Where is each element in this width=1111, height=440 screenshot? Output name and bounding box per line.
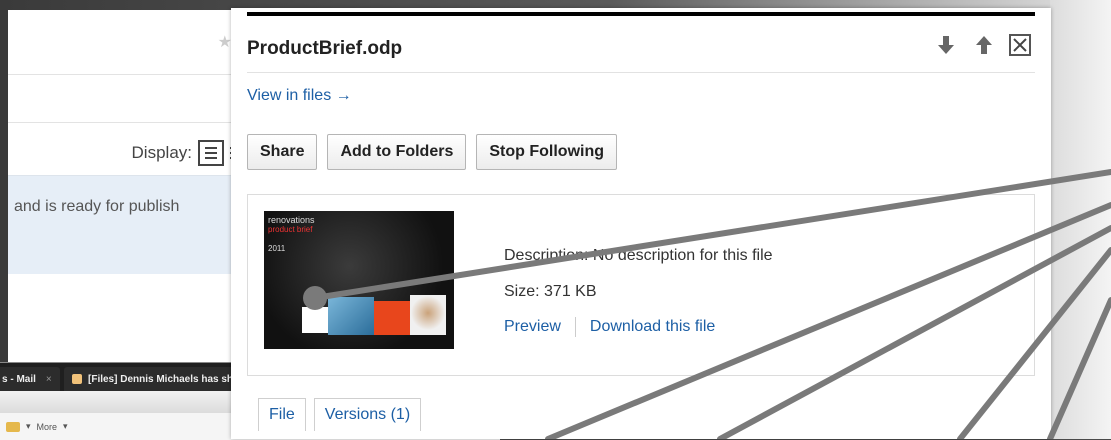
background-window: ★ Display: and is ready for publish [8,10,241,370]
download-link[interactable]: Download this file [590,318,715,336]
thumbnail-block [374,301,410,335]
link-separator [574,317,576,337]
display-label: Display: [131,143,192,162]
file-preview-panel: ProductBrief.odp View in files → Share A… [231,8,1051,439]
panel-header-bar [247,12,1035,16]
tab-file[interactable]: File [258,398,306,431]
more-button[interactable]: More [37,422,58,432]
display-options: Display: [132,140,240,166]
file-details-card: renovations product brief 2011 Descripti… [247,194,1035,376]
file-links: Preview Download this file [504,317,715,337]
divider [247,72,1035,73]
action-buttons: Share Add to Folders Stop Following [247,134,617,170]
dropdown-icon[interactable]: ▾ [26,421,31,432]
share-button[interactable]: Share [247,134,318,170]
tab-label: s - Mail [2,373,36,385]
stop-following-button[interactable]: Stop Following [476,134,617,170]
message-row[interactable]: and is ready for publish [8,175,240,274]
arrow-down-icon[interactable] [935,34,957,56]
background-row: ★ [8,10,240,75]
file-title: ProductBrief.odp [247,38,403,59]
thumbnail-block [302,307,328,333]
details-view-icon[interactable] [198,140,224,166]
close-icon[interactable] [1009,34,1031,56]
thumbnail-block [328,297,374,335]
folder-icon[interactable] [6,421,20,432]
thumbnail-text: product brief [268,225,313,234]
preview-link[interactable]: Preview [504,318,561,336]
browser-tab-mail[interactable]: s - Mail × [0,367,60,391]
backdrop-gradient [1050,0,1111,439]
thumbnail-block [410,295,446,335]
thumbnail-text: 2011 [268,244,286,253]
view-in-files-link[interactable]: View in files → [247,87,352,105]
favicon-icon [72,374,82,384]
file-thumbnail[interactable]: renovations product brief 2011 [264,211,454,349]
star-icon[interactable]: ★ [218,32,232,52]
add-to-folders-button[interactable]: Add to Folders [327,134,467,170]
tab-versions[interactable]: Versions (1) [313,398,422,431]
file-size: Size: 371 KB [504,283,597,300]
close-icon[interactable]: × [46,374,52,385]
dropdown-icon[interactable]: ▾ [63,421,68,432]
thumbnail-text: renovations [268,215,315,225]
background-row [8,74,240,123]
file-description: Description: No description for this fil… [504,247,773,264]
arrow-up-icon[interactable] [973,34,995,56]
file-tabs: File Versions (1) [258,398,429,431]
message-text: and is ready for publish [14,198,180,215]
